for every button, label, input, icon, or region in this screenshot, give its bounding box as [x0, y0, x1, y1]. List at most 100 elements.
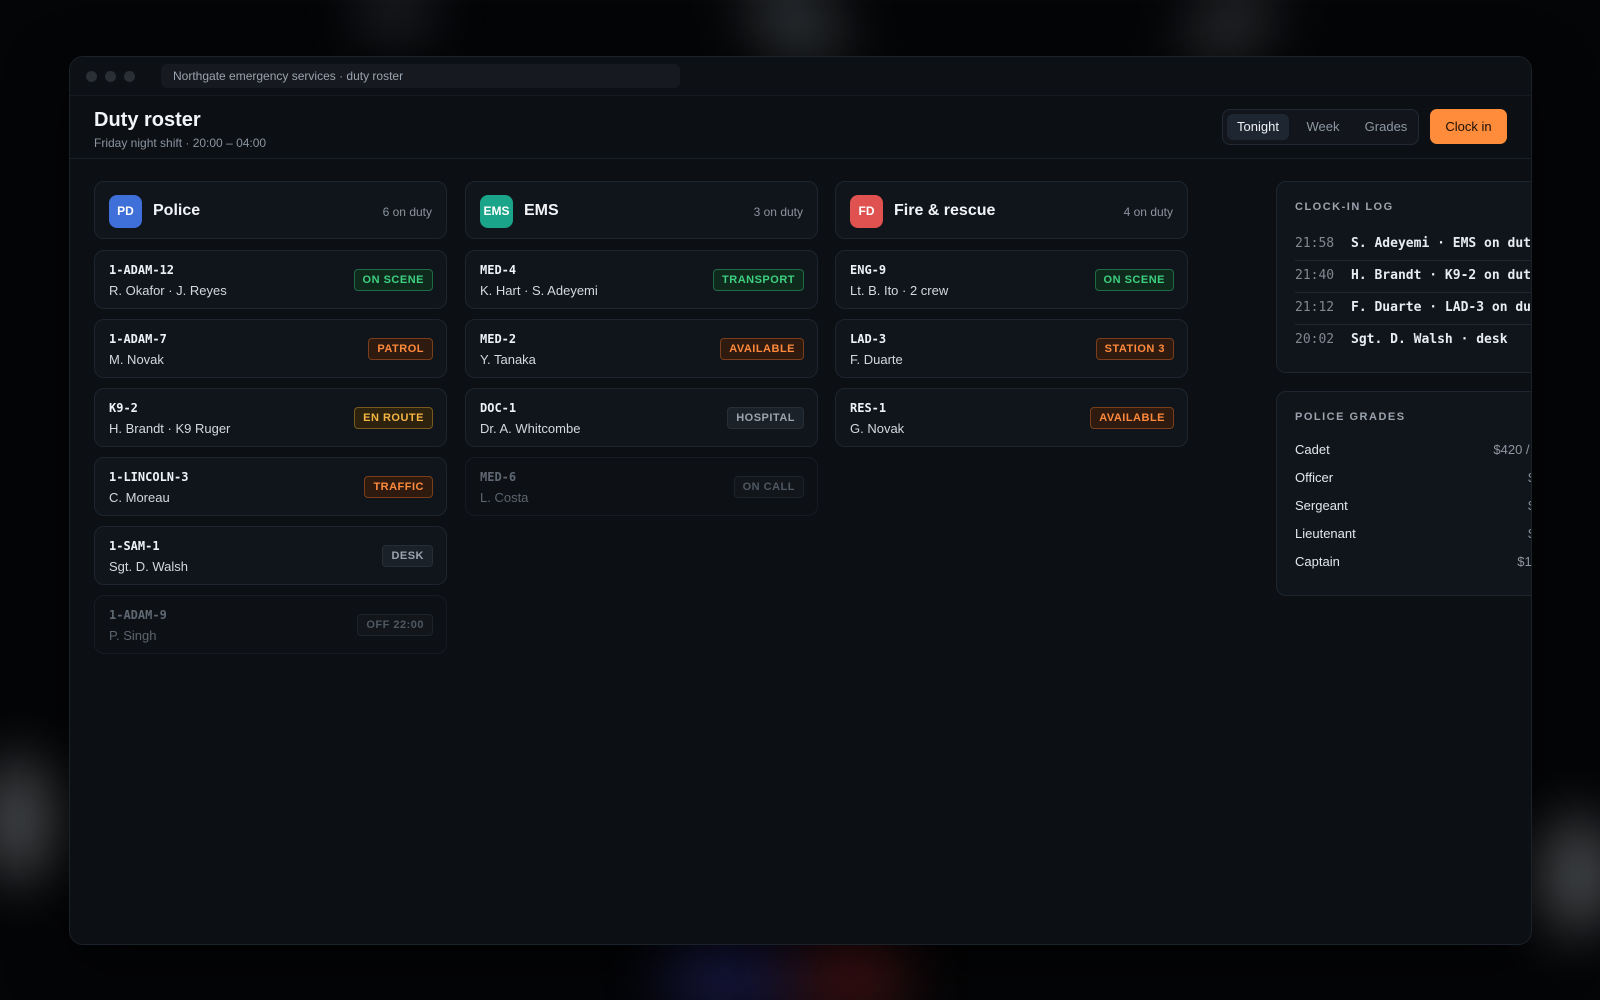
police-grades-panel: POLICE GRADES Cadet $420 / shift Officer $5…: [1276, 391, 1532, 596]
unit-card[interactable]: 1-ADAM-7 M. Novak PATROL: [94, 319, 447, 378]
police-grades-title: POLICE GRADES: [1295, 411, 1406, 423]
log-entry: 21:58 S. Adeyemi · EMS on duty: [1295, 228, 1532, 261]
column-police: PD Police 6 on duty 1-ADAM-12 R. Okafor · J.…: [94, 181, 447, 664]
window-chrome: Northgate emergency services · duty rost…: [70, 57, 1531, 96]
unit-card[interactable]: DOC-1 Dr. A. Whitcombe HOSPITAL: [465, 388, 818, 447]
clock-in-button[interactable]: Clock in: [1430, 109, 1507, 144]
app-window: Northgate emergency services · duty rost…: [69, 56, 1532, 945]
unit-callsign: RES-1: [850, 401, 887, 415]
unit-crew: F. Duarte: [850, 352, 903, 367]
unit-callsign: MED-4: [480, 263, 517, 277]
unit-card[interactable]: 1-LINCOLN-3 C. Moreau TRAFFIC: [94, 457, 447, 516]
unit-callsign: MED-2: [480, 332, 517, 346]
grade-row: Cadet $420 / shift: [1295, 436, 1531, 464]
unit-crew: P. Singh: [109, 628, 157, 643]
grade-row: Captain $1,040: [1295, 548, 1532, 576]
log-entry: 20:02 Sgt. D. Walsh · desk: [1295, 324, 1531, 356]
log-time: 21:58: [1295, 236, 1335, 251]
unit-status-badge: PATROL: [368, 338, 433, 360]
clock-in-log-panel: CLOCK-IN LOG 21:58 S. Adeyemi · EMS on du…: [1276, 181, 1532, 373]
unit-callsign: 1-ADAM-12: [109, 263, 175, 277]
unit-status-badge: ON SCENE: [1094, 269, 1174, 291]
log-text: Sgt. D. Walsh · desk: [1351, 332, 1508, 347]
unit-callsign: LAD-3: [850, 332, 887, 346]
clock-in-log-title: CLOCK-IN LOG: [1295, 201, 1394, 213]
tab-grades[interactable]: Grades: [1355, 114, 1417, 140]
unit-card[interactable]: 1-ADAM-9 P. Singh OFF 22:00: [94, 595, 447, 654]
window-minimize-dot[interactable]: [105, 71, 116, 82]
unit-crew: Y. Tanaka: [480, 352, 536, 367]
address-bar[interactable]: Northgate emergency services · duty rost…: [161, 64, 680, 88]
unit-status-badge: DESK: [382, 545, 433, 567]
unit-crew: H. Brandt · K9 Ruger: [109, 421, 231, 436]
window-close-dot[interactable]: [86, 71, 97, 82]
unit-status-badge: AVAILABLE: [1090, 407, 1174, 429]
unit-callsign: ENG-9: [850, 263, 887, 277]
unit-status-badge: ON SCENE: [353, 269, 433, 291]
unit-card[interactable]: RES-1 G. Novak AVAILABLE: [835, 388, 1188, 447]
grade-pay: $560: [1528, 470, 1531, 485]
column-header: EMS EMS 3 on duty: [465, 181, 818, 239]
grade-row: Sergeant $720: [1295, 492, 1531, 520]
unit-status-badge: TRAFFIC: [364, 476, 433, 498]
tab-tonight[interactable]: Tonight: [1227, 114, 1289, 140]
unit-callsign: MED-6: [480, 470, 517, 484]
grade-row: Officer $560: [1295, 464, 1531, 492]
unit-status-badge: AVAILABLE: [720, 338, 804, 360]
department-badge: PD: [109, 195, 142, 228]
unit-crew: M. Novak: [109, 352, 164, 367]
unit-crew: K. Hart · S. Adeyemi: [480, 283, 598, 298]
grade-pay: $1,040: [1517, 554, 1532, 569]
unit-crew: L. Costa: [480, 490, 529, 505]
tab-week[interactable]: Week: [1293, 114, 1353, 140]
unit-crew: R. Okafor · J. Reyes: [109, 283, 227, 298]
unit-status-badge: TRANSPORT: [713, 269, 804, 291]
unit-status-badge: OFF 22:00: [357, 614, 433, 636]
log-time: 21:12: [1295, 300, 1335, 315]
log-text: F. Duarte · LAD-3 on duty: [1351, 300, 1532, 315]
grade-row: Lieutenant $880: [1295, 520, 1531, 548]
unit-card[interactable]: MED-6 L. Costa ON CALL: [465, 457, 818, 516]
view-switcher: Tonight Week Grades: [1222, 109, 1419, 145]
department-badge: EMS: [480, 195, 513, 228]
department-name: Fire & rescue: [894, 202, 996, 219]
page-header: Duty roster Friday night shift · 20:00 –…: [70, 96, 1531, 159]
unit-crew: Lt. B. Ito · 2 crew: [850, 283, 949, 298]
unit-crew: G. Novak: [850, 421, 905, 436]
unit-card[interactable]: 1-ADAM-12 R. Okafor · J. Reyes ON SCENE: [94, 250, 447, 309]
grade-name: Officer: [1295, 470, 1334, 485]
log-entry: 21:40 H. Brandt · K9-2 on duty: [1295, 260, 1532, 293]
grade-name: Sergeant: [1295, 498, 1348, 513]
department-name: EMS: [524, 202, 559, 219]
on-duty-count: 6 on duty: [382, 205, 432, 219]
log-text: S. Adeyemi · EMS on duty: [1351, 236, 1532, 251]
grade-name: Cadet: [1295, 442, 1330, 457]
unit-crew: Sgt. D. Walsh: [109, 559, 188, 574]
unit-card[interactable]: 1-SAM-1 Sgt. D. Walsh DESK: [94, 526, 447, 585]
column-ems: EMS EMS 3 on duty MED-4 K. Hart · S. Adeyemi…: [465, 181, 818, 526]
unit-crew: Dr. A. Whitcombe: [480, 421, 581, 436]
grade-name: Captain: [1295, 554, 1340, 569]
log-text: H. Brandt · K9-2 on duty: [1351, 268, 1532, 283]
grade-pay: $880: [1528, 526, 1531, 541]
unit-callsign: 1-LINCOLN-3: [109, 470, 189, 484]
unit-card[interactable]: MED-4 K. Hart · S. Adeyemi TRANSPORT: [465, 250, 818, 309]
unit-card[interactable]: LAD-3 F. Duarte STATION 3: [835, 319, 1188, 378]
column-header: PD Police 6 on duty: [94, 181, 447, 239]
window-maximize-dot[interactable]: [124, 71, 135, 82]
unit-callsign: 1-SAM-1: [109, 539, 160, 553]
unit-status-badge: ON CALL: [733, 476, 804, 498]
log-time: 21:40: [1295, 268, 1335, 283]
unit-callsign: 1-ADAM-7: [109, 332, 167, 346]
on-duty-count: 3 on duty: [753, 205, 803, 219]
department-name: Police: [153, 202, 201, 219]
unit-card[interactable]: ENG-9 Lt. B. Ito · 2 crew ON SCENE: [835, 250, 1188, 309]
log-time: 20:02: [1295, 332, 1335, 347]
department-badge: FD: [850, 195, 883, 228]
unit-callsign: K9-2: [109, 401, 138, 415]
grade-pay: $720: [1528, 498, 1531, 513]
unit-card[interactable]: MED-2 Y. Tanaka AVAILABLE: [465, 319, 818, 378]
log-entry: 21:12 F. Duarte · LAD-3 on duty: [1295, 292, 1532, 325]
unit-card[interactable]: K9-2 H. Brandt · K9 Ruger EN ROUTE: [94, 388, 447, 447]
page-title: Duty roster: [94, 109, 201, 131]
